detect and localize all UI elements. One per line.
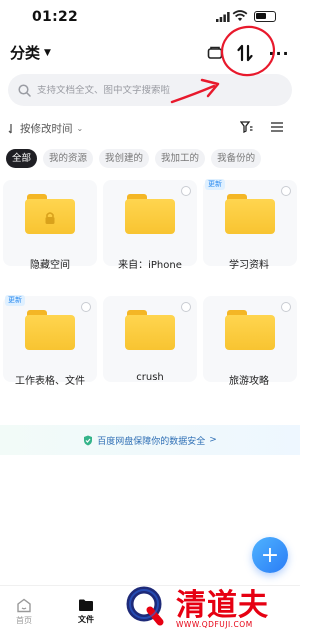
select-checkbox[interactable] (281, 302, 291, 312)
select-checkbox[interactable] (181, 186, 191, 196)
folder-icon (25, 310, 75, 350)
sort-label: 按修改时间 (20, 123, 73, 135)
wifi-icon (232, 10, 248, 21)
folder-name: 隐藏空间 (30, 260, 70, 271)
search-icon (18, 83, 31, 97)
select-checkbox[interactable] (181, 302, 191, 312)
folder-name: 工作表格、文件 (15, 376, 85, 387)
page-title: 分类 (10, 44, 41, 62)
folder-name: 学习资料 (229, 260, 269, 271)
select-checkbox[interactable] (281, 186, 291, 196)
plus-icon: + (260, 542, 280, 568)
caret-down-icon: ▼ (44, 47, 51, 58)
select-checkbox[interactable] (81, 302, 91, 312)
folder-icon (225, 194, 275, 234)
transfer-list-icon (207, 46, 223, 59)
sort-selector[interactable]: 按修改时间 ⌄ (8, 121, 83, 136)
folder-icon (225, 310, 275, 350)
folder-card-hidden-space[interactable] (3, 180, 97, 266)
folder-card-travel[interactable] (203, 296, 297, 382)
tab-home[interactable]: 首页 (4, 598, 44, 626)
folder-name: 来自：iPhone (118, 260, 182, 271)
update-badge: 更新 (205, 179, 225, 190)
folder-card-study[interactable]: 更新 (203, 179, 297, 266)
status-bar: 01:22 (0, 0, 300, 36)
folder-icon (79, 599, 93, 611)
watermark-q-icon (126, 586, 164, 626)
list-view-icon[interactable] (270, 121, 284, 133)
battery-icon (254, 11, 276, 22)
shield-icon (84, 435, 93, 445)
tab-label: 首页 (16, 616, 32, 625)
safety-banner[interactable]: 百度网盘保障你的数据安全 > (0, 425, 300, 455)
watermark-text: 清道夫 (176, 588, 269, 623)
chip-my-resources[interactable]: 我的资源 (43, 149, 94, 168)
chip-processed[interactable]: 我加工的 (155, 149, 206, 168)
folder-icon (125, 310, 175, 350)
watermark-url: WWW.QDFUJI.COM (176, 620, 253, 629)
folder-card-iphone[interactable] (103, 180, 197, 266)
category-dropdown[interactable]: 分类 ▼ (10, 42, 51, 63)
chevron-down-icon: ⌄ (76, 124, 84, 133)
status-time: 01:22 (32, 9, 79, 25)
folder-card-crush[interactable] (103, 296, 197, 382)
home-icon (17, 598, 31, 613)
tab-files[interactable]: 文件 (66, 598, 106, 625)
chip-created[interactable]: 我创建的 (99, 149, 150, 168)
signal-icon (216, 12, 230, 22)
filter-chips: 全部 我的资源 我创建的 我加工的 我备份的 (6, 149, 262, 168)
filter-icon[interactable] (240, 121, 253, 133)
swap-arrows-icon (237, 44, 253, 62)
sort-arrows-icon (8, 124, 12, 134)
chip-backed-up[interactable]: 我备份的 (211, 149, 262, 168)
update-badge: 更新 (5, 295, 25, 306)
folder-icon (125, 194, 175, 234)
search-input[interactable] (37, 84, 257, 96)
sort-toggle-button[interactable] (234, 40, 256, 66)
more-dots-icon: ··· (268, 43, 290, 63)
transfer-list-button[interactable] (204, 40, 226, 66)
more-button[interactable]: ··· (268, 40, 290, 66)
chevron-right-icon: > (209, 435, 217, 445)
folder-name: crush (136, 372, 164, 383)
tab-label: 文件 (78, 615, 94, 624)
lock-icon (45, 212, 55, 224)
locked-folder-icon (25, 194, 75, 234)
folder-card-work[interactable]: 更新 (3, 295, 97, 382)
watermark-logo: 清道夫 WWW.QDFUJI.COM (120, 578, 290, 634)
safety-text: 百度网盘保障你的数据安全 (97, 436, 206, 447)
folder-name: 旅游攻略 (229, 376, 269, 387)
chip-all[interactable]: 全部 (6, 149, 38, 168)
search-bar[interactable] (8, 74, 292, 106)
add-button[interactable]: + (252, 537, 288, 573)
